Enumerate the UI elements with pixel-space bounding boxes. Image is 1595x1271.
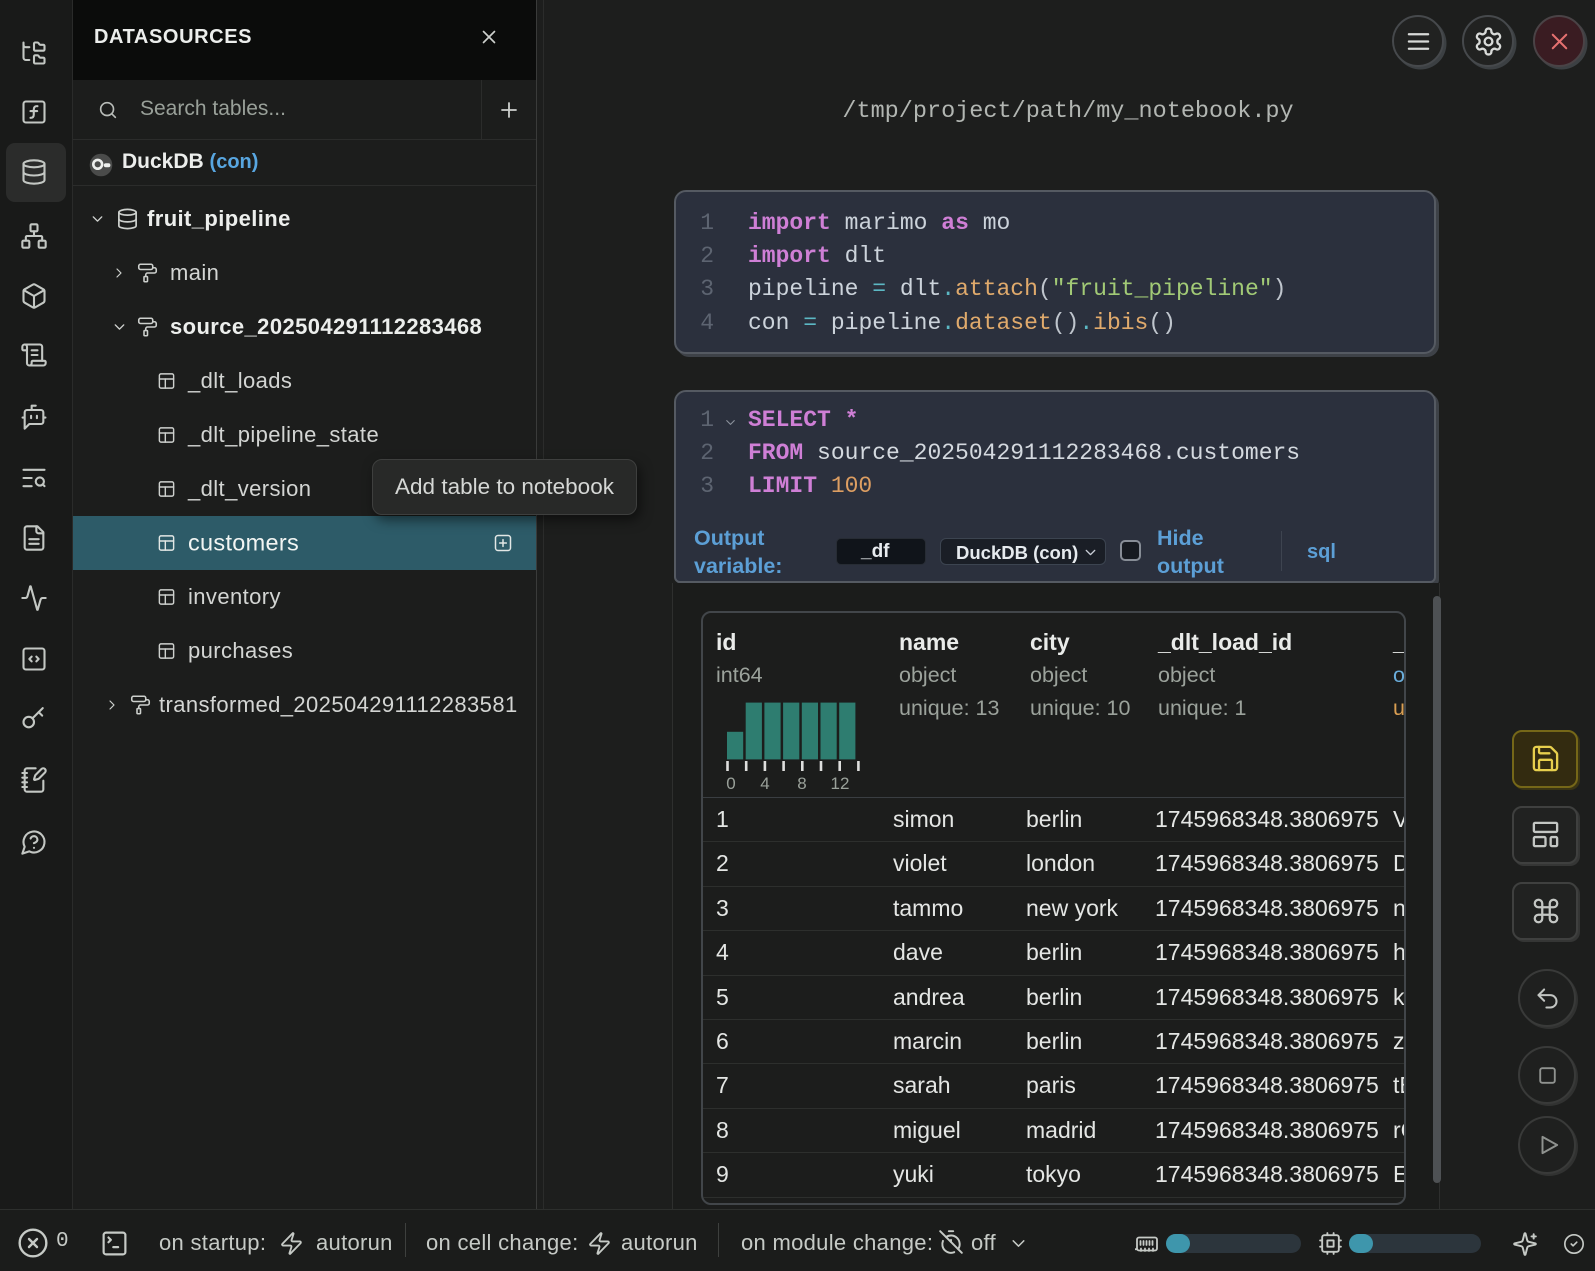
svg-text:8: 8 (797, 774, 806, 793)
svg-text:4: 4 (760, 774, 769, 793)
svg-text:0: 0 (726, 774, 735, 793)
svg-text:12: 12 (831, 774, 850, 793)
